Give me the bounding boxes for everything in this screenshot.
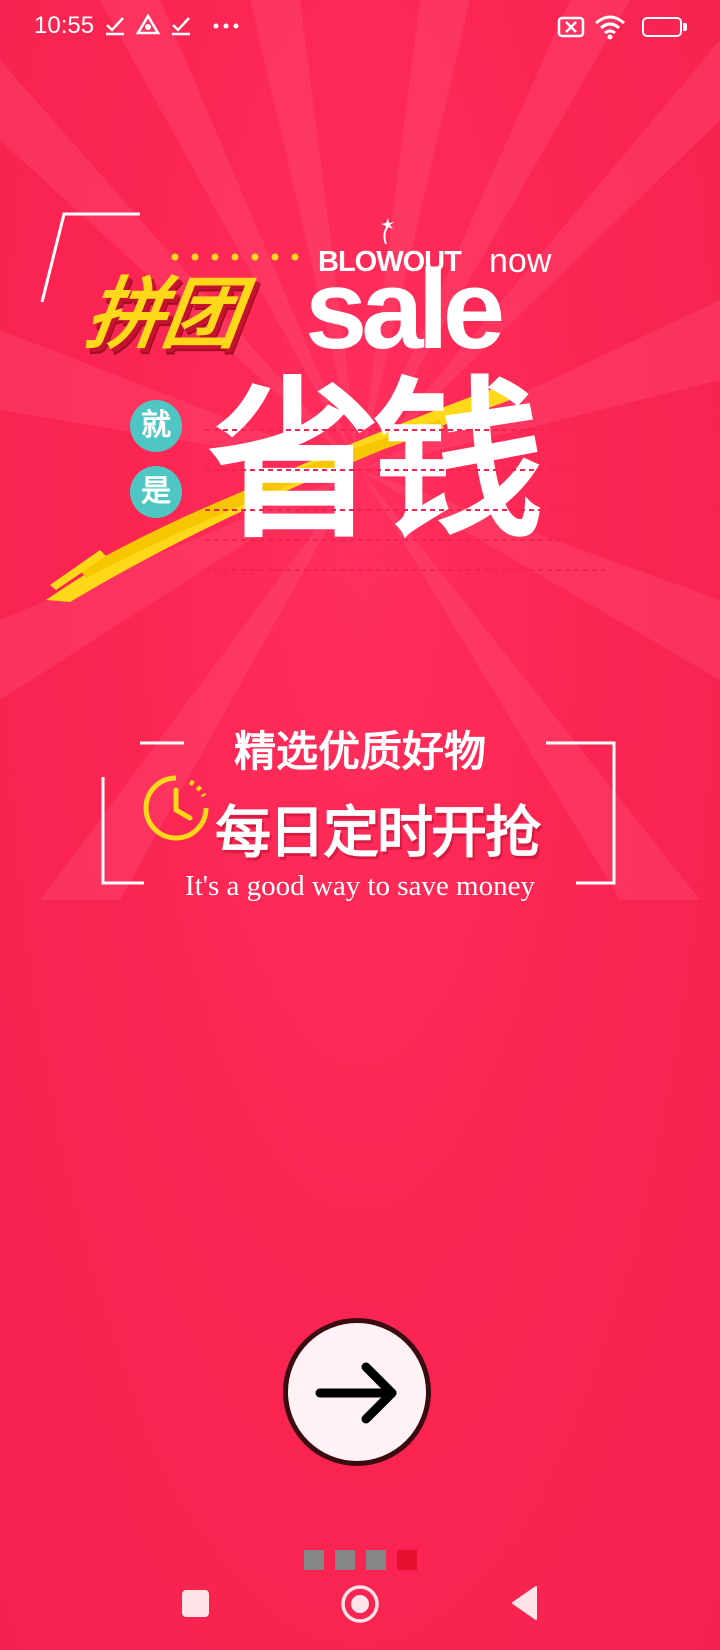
battery-tip (683, 23, 687, 31)
brand-title: 拼团 (80, 270, 246, 360)
drive-icon (136, 14, 160, 35)
battery-level: 85 (654, 19, 670, 34)
badge-shi: 是 (130, 466, 182, 518)
next-button[interactable] (283, 1318, 431, 1466)
page-dot (304, 1550, 324, 1570)
tagline-line-2: 每日定时开抢 (215, 801, 541, 866)
more-dots-icon (213, 23, 239, 29)
back-icon[interactable] (510, 1585, 538, 1621)
sale-text: sale (305, 247, 505, 372)
sim-x-icon (557, 16, 585, 38)
download-check-icon (172, 17, 190, 36)
status-time: 10:55 (34, 12, 95, 39)
page-dot (366, 1550, 386, 1570)
clock-icon (143, 775, 209, 841)
tagline-english: It's a good way to save money (185, 870, 535, 902)
home-icon[interactable] (340, 1584, 380, 1624)
page-dot-active (397, 1550, 417, 1570)
tagline-line-1: 精选优质好物 (233, 727, 486, 776)
firework-icon (381, 218, 394, 245)
page-indicator (304, 1550, 417, 1570)
download-check-icon (106, 17, 124, 36)
arrow-right-icon (315, 1362, 397, 1424)
onboarding-screen: 10:55 85 拼团 BLOWOUT now sale 就 是 省钱 精选优质… (0, 0, 720, 1650)
badge-jiu: 就 (130, 400, 182, 452)
wifi-icon (595, 15, 625, 40)
dashed-overlay-lines (205, 429, 720, 571)
recent-apps-icon[interactable] (182, 1590, 209, 1617)
page-dot (335, 1550, 355, 1570)
status-bar: 10:55 85 (0, 0, 720, 54)
battery-icon: 85 (642, 17, 682, 37)
